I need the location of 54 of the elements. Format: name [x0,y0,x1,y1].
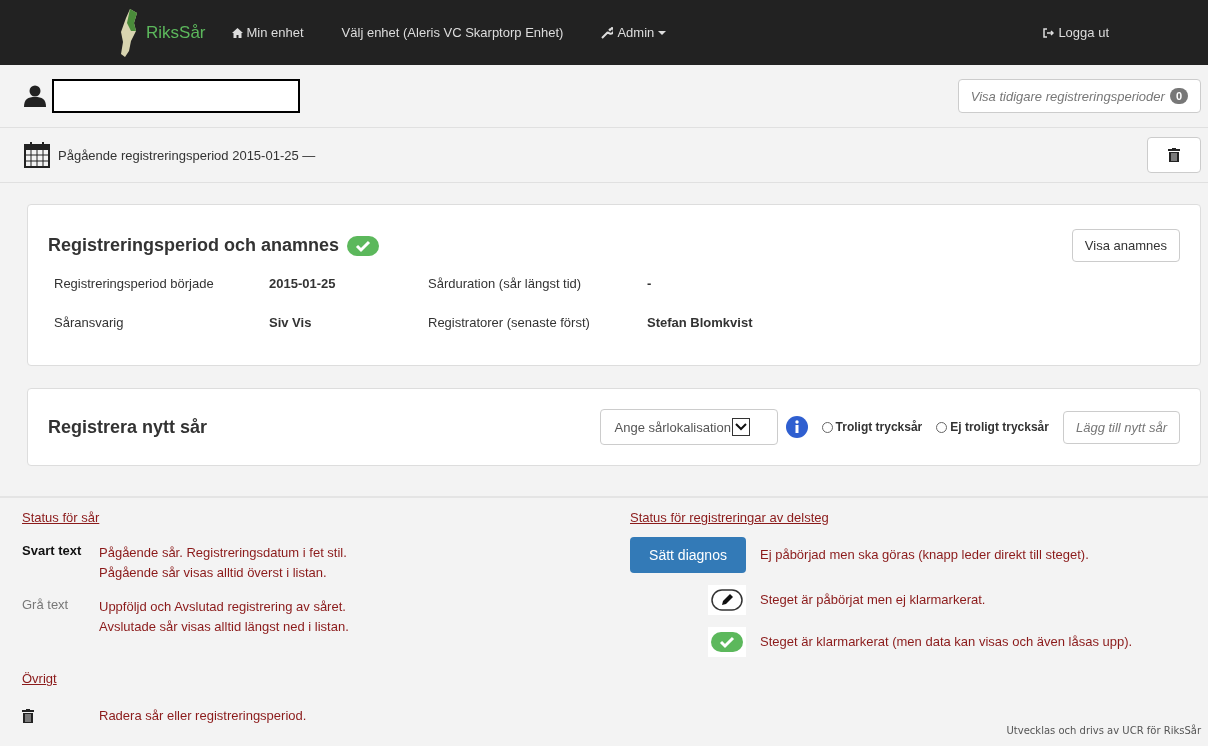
section-heading: Status för sår [22,510,101,525]
info-icon[interactable] [785,416,808,438]
legend-text: Pågående sår visas alltid överst i listan. [99,564,328,582]
card-title: Registrera nytt sår [48,416,208,438]
field-value: Siv Vis [269,315,313,330]
section-heading: Övrigt [22,671,57,686]
legend-text: Uppföljd och Avslutad registrering av såret. [99,598,347,616]
legend-text: Steget är klarmarkerat (men data kan visas och även låsas upp). [760,633,1133,651]
field-value: - [647,276,653,291]
checkmark-icon [347,235,380,256]
pencil-icon [711,589,743,611]
legend-term: Grå text [22,597,70,614]
show-anamnes-button[interactable]: Visa anamnes [1071,229,1180,262]
period-title: Pågående registreringsperiod 2015-01-25 — [58,147,316,163]
field-value: 2015-01-25 [269,276,337,291]
wrench-icon [601,26,614,39]
legend-term: Svart text [22,543,83,560]
delete-button[interactable] [1147,137,1201,173]
caret-icon [658,30,667,35]
field-label: Sårduration (sår längst tid) [428,276,583,291]
legend-text: Steget är påbörjat men ej klarmarkerat. [760,591,986,609]
field-label: Registreringsperiod började [54,276,215,291]
logout-link[interactable]: Logga ut [1043,25,1109,40]
dropdown-icon [731,418,750,436]
sign-out-icon [1043,27,1055,38]
legend-text: Ej påbörjad men ska göras (knapp leder direkt till steget). [760,546,1089,564]
nav-link[interactable]: Välj enhet (Aleris VC Skarptorp Enhet) [341,25,564,40]
checkmark-icon [711,632,743,652]
count-badge: 0 [1169,88,1188,104]
field-label: Såransvarig [54,315,125,330]
legend-text: Avslutade sår visas alltid längst ned i listan. [99,618,349,636]
home-icon [231,27,243,38]
footer-credit: Utvecklas och drivs av UCR för RiksSår [1006,725,1201,736]
legend-text: Radera sår eller registreringsperiod. [99,707,307,725]
previous-periods-button[interactable]: Visa tidigare registreringsperioder 0 [957,79,1201,113]
set-diagnosis-button[interactable]: Sätt diagnos [630,537,746,573]
field-label: Registratorer (senaste först) [428,315,591,330]
nav-link[interactable]: Min enhet [231,25,304,40]
brand-name[interactable]: RiksSår [146,22,206,43]
user-icon [24,85,46,107]
trash-icon [1168,148,1180,162]
add-wound-button[interactable]: Lägg till nytt sår [1062,410,1180,444]
trash-icon [22,709,34,723]
nav-link[interactable]: Admin [601,25,667,40]
card-title: Registreringsperiod och anamnes [48,235,340,256]
section-heading: Status för registreringar av delsteg [630,510,829,525]
radio-option[interactable]: Ej troligt trycksår [936,420,1049,434]
map-logo-icon [118,8,138,57]
radio-option[interactable]: Troligt trycksår [821,420,923,434]
calendar-icon [24,142,50,168]
legend-text: Pågående sår. Registreringsdatum i fet stil. [99,544,347,562]
name-field[interactable] [52,79,300,113]
location-select[interactable]: Ange sårlokalisation [599,409,778,445]
field-value: Stefan Blomkvist [647,315,754,330]
